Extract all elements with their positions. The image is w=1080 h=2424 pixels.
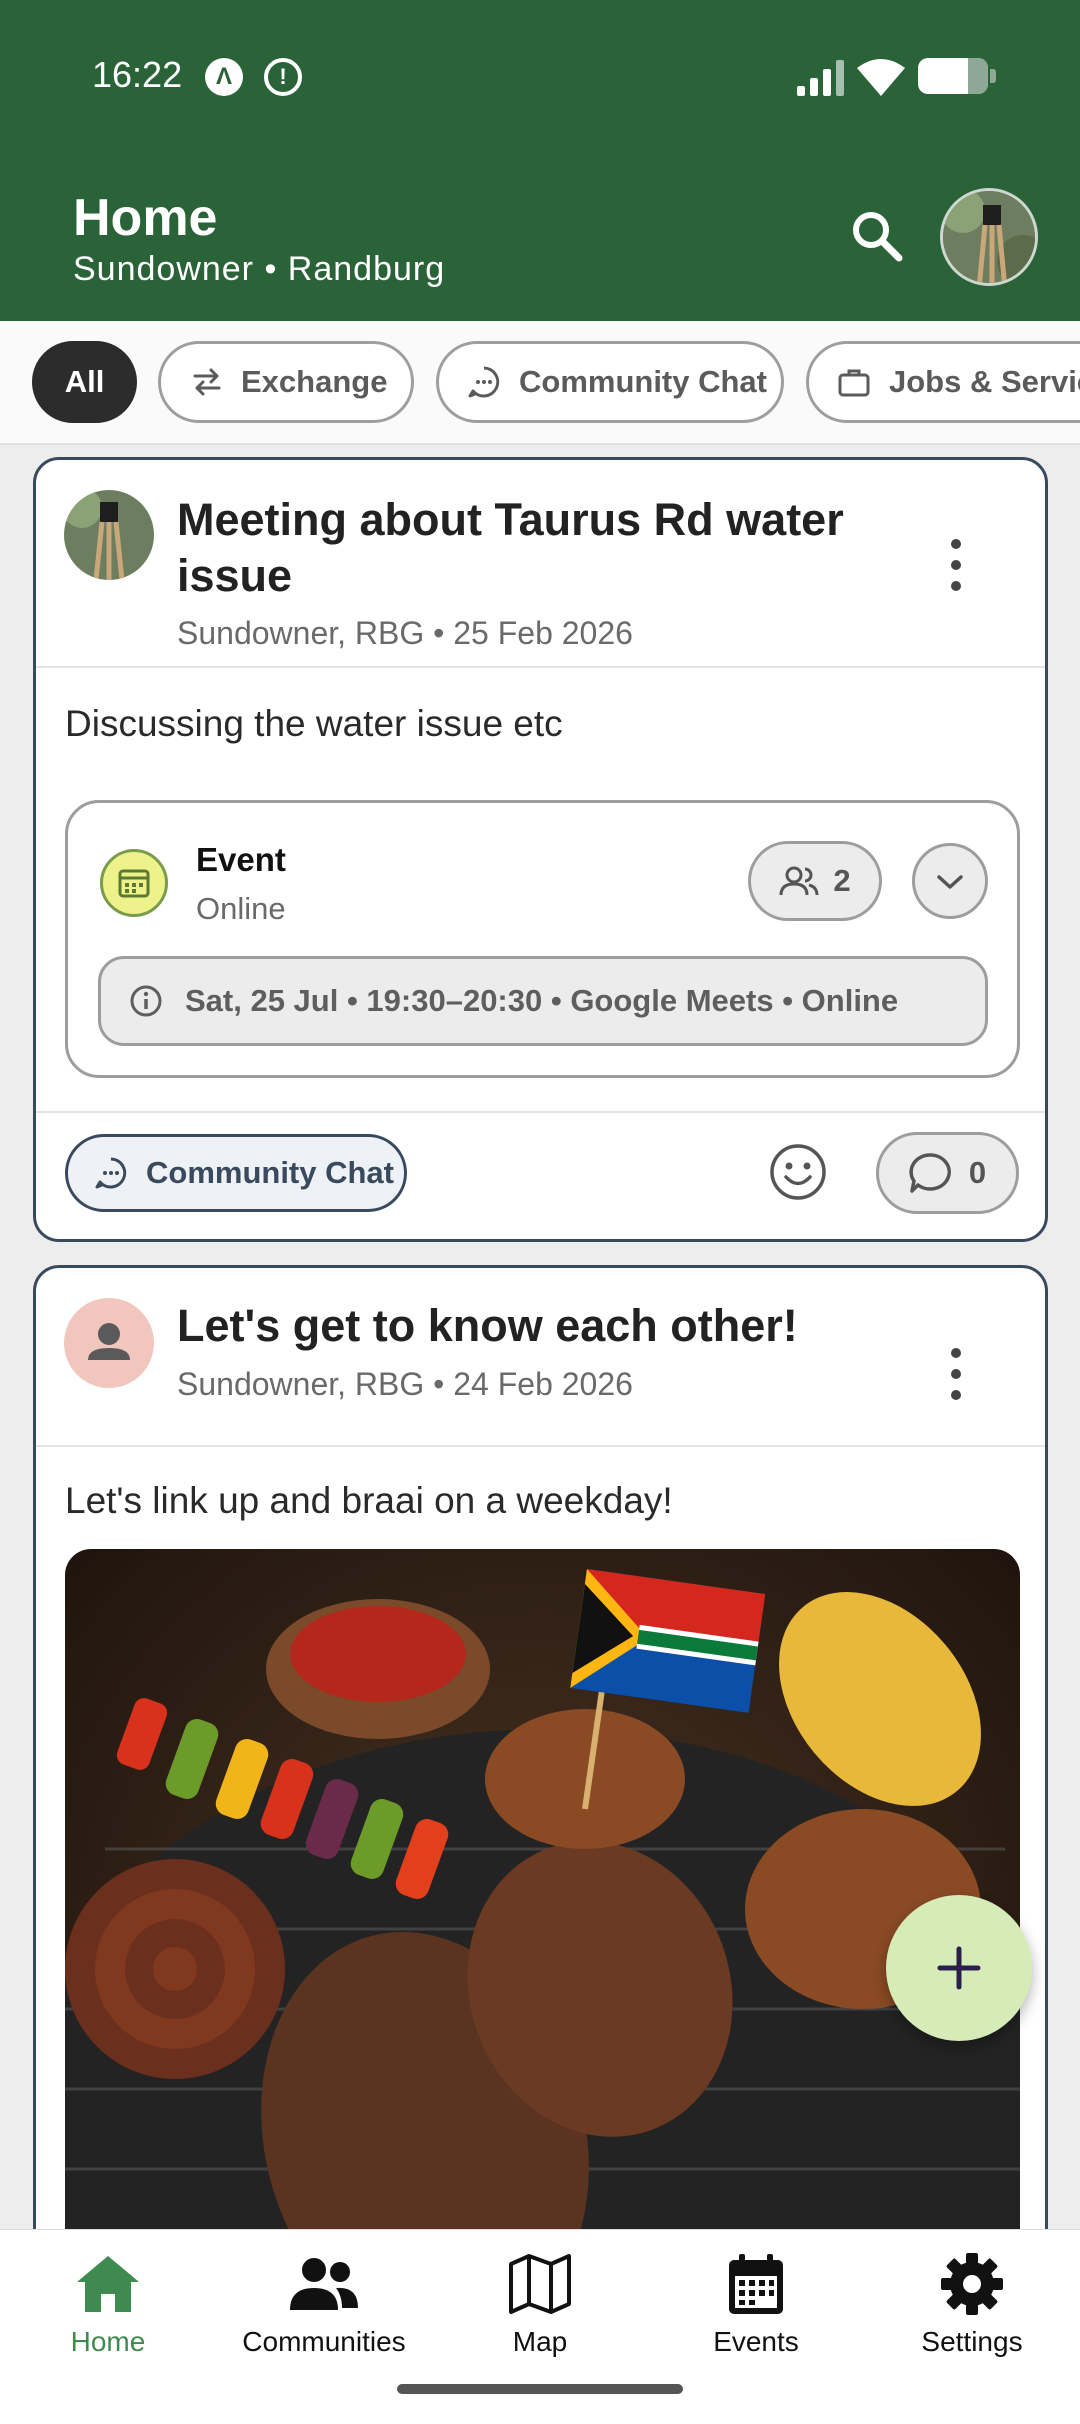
signal-icon <box>797 60 844 96</box>
home-icon <box>77 2256 139 2312</box>
people-icon <box>290 2258 358 2310</box>
page-title: Home <box>73 189 218 247</box>
filter-chip-jobs[interactable]: Jobs & Servic <box>806 341 1080 423</box>
post-body: Let's link up and braai on a weekday! <box>65 1480 673 1521</box>
gesture-bar <box>397 2384 683 2394</box>
expand-button[interactable] <box>912 843 988 919</box>
nav-settings[interactable]: Settings <box>864 2252 1080 2382</box>
event-details: Sat, 25 Jul • 19:30–20:30 • Google Meets… <box>98 956 988 1046</box>
gear-icon <box>941 2253 1003 2315</box>
status-time: 16:22 <box>92 54 183 95</box>
filter-chip-community-chat[interactable]: Community Chat <box>436 341 784 423</box>
battery-icon <box>918 58 996 94</box>
post-meta: Sundowner, RBG • 25 Feb 2026 <box>177 615 633 651</box>
filter-chip-all[interactable]: All <box>32 341 137 423</box>
post-meta: Sundowner, RBG • 24 Feb 2026 <box>177 1366 633 1402</box>
filter-bar: All Exchange Community Chat Jobs & Servi… <box>0 321 1080 445</box>
post-title: Meeting about Taurus Rd water issue <box>177 494 844 601</box>
create-post-button[interactable] <box>886 1895 1032 2041</box>
chat-icon <box>468 366 500 398</box>
attendees-button[interactable]: 2 <box>748 841 882 921</box>
event-card[interactable]: Event Online 2 Sat, 25 Jul • 19:30–20:30… <box>65 800 1020 1078</box>
post-title: Let's get to know each other! <box>177 1300 798 1351</box>
more-options-icon[interactable] <box>936 535 976 595</box>
info-icon <box>130 985 162 1017</box>
more-options-icon[interactable] <box>936 1344 976 1404</box>
notification-icon: Λ <box>205 58 243 96</box>
author-avatar[interactable] <box>64 1298 154 1388</box>
author-avatar[interactable] <box>64 490 154 580</box>
filter-chip-exchange[interactable]: Exchange <box>158 341 414 423</box>
profile-avatar[interactable] <box>940 188 1038 286</box>
briefcase-icon <box>838 369 870 397</box>
app-bar: 16:22 Λ ! Home Sundowner • Randburg <box>0 0 1080 321</box>
category-tag[interactable]: Community Chat <box>65 1134 407 1212</box>
post-card[interactable]: Meeting about Taurus Rd water issue Sund… <box>33 457 1048 1242</box>
swap-icon <box>193 368 221 396</box>
comments-button[interactable]: 0 <box>876 1132 1019 1214</box>
status-bar: 16:22 Λ ! <box>0 0 1080 150</box>
nav-home[interactable]: Home <box>0 2252 216 2382</box>
divider <box>36 666 1045 668</box>
alert-icon: ! <box>264 58 302 96</box>
comment-icon <box>909 1153 951 1193</box>
community-subtitle: Sundowner • Randburg <box>73 250 446 288</box>
event-label: Event <box>196 841 286 878</box>
nav-events[interactable]: Events <box>648 2252 864 2382</box>
plus-icon <box>937 1946 981 1990</box>
chat-icon <box>95 1157 127 1189</box>
calendar-icon <box>100 849 168 917</box>
map-icon <box>509 2254 571 2314</box>
divider <box>36 1445 1045 1447</box>
event-location: Online <box>196 891 286 926</box>
bottom-navigation: Home Communities Map Events Settings <box>0 2229 1080 2424</box>
emoji-react-icon[interactable] <box>768 1142 828 1202</box>
chevron-down-icon <box>937 875 963 889</box>
nav-map[interactable]: Map <box>432 2252 648 2382</box>
nav-communities[interactable]: Communities <box>216 2252 432 2382</box>
wifi-icon <box>857 59 905 96</box>
post-body: Discussing the water issue etc <box>65 703 563 744</box>
divider <box>36 1111 1045 1113</box>
people-icon <box>779 866 819 896</box>
calendar-icon <box>729 2254 783 2314</box>
search-icon[interactable] <box>847 206 907 266</box>
